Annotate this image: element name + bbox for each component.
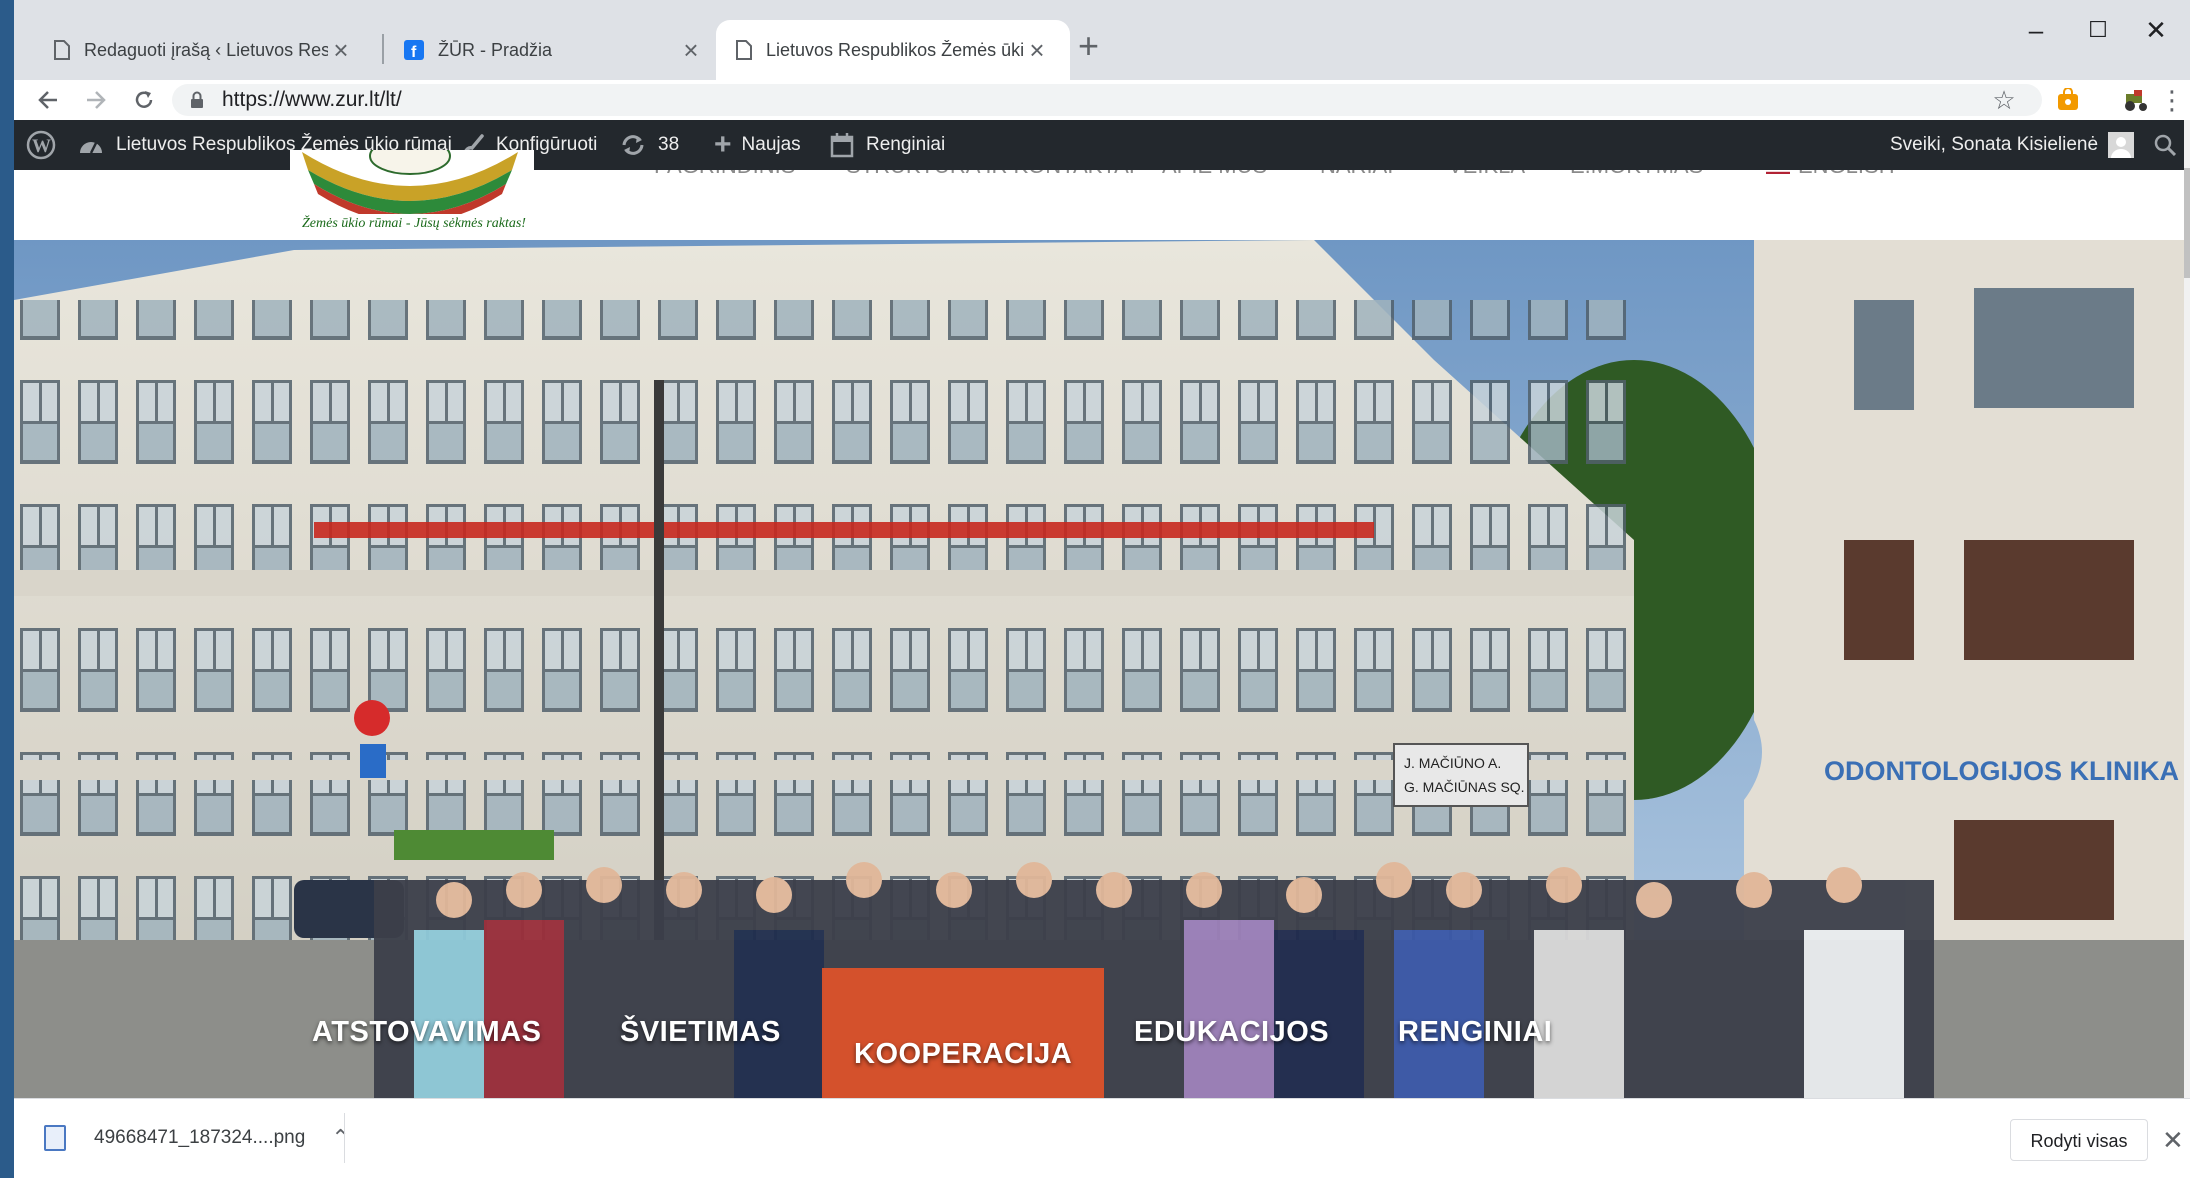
download-filename: 49668471_187324....png: [94, 1127, 306, 1148]
back-button[interactable]: [28, 80, 68, 120]
wordpress-logo-button[interactable]: W: [26, 120, 56, 170]
tab-close-icon[interactable]: ×: [1024, 37, 1050, 63]
avatar: [2108, 132, 2135, 158]
main-nav-nariai[interactable]: NARIAI: [1320, 170, 1393, 186]
page-icon: [736, 40, 752, 60]
arrow-left-icon: [38, 91, 57, 109]
tab-zur-facebook[interactable]: f ŽŪR - Pradžia ×: [384, 20, 724, 80]
dashboard-icon: [80, 142, 102, 154]
maximize-button[interactable]: ☐: [2068, 10, 2128, 50]
image-file-icon: [44, 1125, 66, 1151]
browser-toolbar: https://www.zur.lt/lt/ ☆ ⋮: [14, 80, 2190, 120]
search-button[interactable]: [2154, 120, 2176, 170]
plus-icon: +: [714, 128, 732, 161]
user-account-link[interactable]: Sveiki, Sonata Kisielienė: [1890, 120, 2135, 170]
page-scrollbar[interactable]: [2184, 120, 2190, 1098]
lock-icon: [191, 91, 203, 108]
new-tab-button[interactable]: +: [1078, 26, 1099, 66]
svg-text:W: W: [32, 136, 51, 157]
more-menu-icon[interactable]: ⋮: [2154, 82, 2190, 118]
tab-close-icon[interactable]: ×: [678, 37, 704, 63]
hero-menu-svietimas[interactable]: ŠVIETIMAS: [620, 1016, 781, 1049]
main-nav-apie-mus[interactable]: APIE MUS: [1162, 170, 1267, 186]
english-label: ENGLISH: [1798, 170, 1895, 179]
wordpress-icon: W: [26, 130, 56, 160]
calendar-icon: [830, 133, 854, 158]
site-logo[interactable]: Žemės ūkio rūmai - Jūsų sėkmės raktas!: [290, 137, 534, 246]
tab-edit-post[interactable]: Redaguoti įrašą ‹ Lietuvos Respublikos Ž…: [34, 20, 374, 80]
hero-banner: ODONTOLOGIJOS KLINIKA J. MAČIŪNO A. G. M…: [14, 240, 2184, 1098]
hero-menu: ATSTOVAVIMAS ŠVIETIMAS KOOPERACIJA EDUKA…: [14, 240, 2184, 1098]
download-item[interactable]: 49668471_187324....png ⌃: [44, 1113, 350, 1163]
tractor-extension-icon[interactable]: [2118, 82, 2154, 118]
updates-link[interactable]: 38: [620, 120, 679, 170]
show-all-button[interactable]: Rodyti visas: [2010, 1119, 2148, 1161]
scrollbar-thumb[interactable]: [2184, 168, 2190, 278]
tab-title: Lietuvos Respublikos Žemės ūkio rūmai: [766, 39, 1024, 60]
greeting-label: Sveiki, Sonata Kisielienė: [1890, 134, 2099, 155]
svg-text:f: f: [411, 44, 417, 60]
hero-menu-renginiai[interactable]: RENGINIAI: [1398, 1016, 1552, 1049]
events-label: Renginiai: [866, 134, 946, 155]
main-nav-e-mokymas[interactable]: E.MOKYMAS: [1570, 170, 1703, 186]
main-nav-struktura[interactable]: STRUKTŪRA IR KONTAKTAI: [846, 170, 1135, 186]
chevron-up-icon[interactable]: ⌃: [331, 1125, 349, 1151]
minimize-button[interactable]: –: [2006, 10, 2066, 50]
main-nav-veikla[interactable]: VEIKLA: [1448, 170, 1525, 186]
tab-close-icon[interactable]: ×: [328, 37, 354, 63]
window-close-button[interactable]: ✕: [2126, 10, 2186, 50]
updates-icon: [622, 135, 644, 155]
desktop-background: [0, 0, 14, 1178]
tab-title: Redaguoti įrašą ‹ Lietuvos Respublikos Ž…: [84, 39, 328, 60]
main-nav-english[interactable]: ENGLISH: [1766, 170, 1895, 186]
shopping-extension-icon[interactable]: [2050, 82, 2086, 118]
new-label: Naujas: [741, 134, 801, 155]
reload-button[interactable]: [124, 80, 164, 120]
browser-window: Redaguoti įrašą ‹ Lietuvos Respublikos Ž…: [14, 0, 2190, 1178]
address-bar[interactable]: https://www.zur.lt/lt/: [172, 84, 2042, 116]
download-shelf: 49668471_187324....png ⌃ Rodyti visas ✕: [14, 1098, 2190, 1178]
updates-count: 38: [658, 134, 680, 155]
tab-title: ŽŪR - Pradžia: [438, 39, 553, 60]
tab-strip: Redaguoti įrašą ‹ Lietuvos Respublikos Ž…: [14, 0, 2190, 80]
close-icon[interactable]: ✕: [2162, 1119, 2184, 1161]
facebook-icon: f: [404, 40, 424, 60]
tab-zur-home[interactable]: Lietuvos Respublikos Žemės ūkio rūmai ×: [716, 20, 1070, 80]
main-nav-pagrindinis[interactable]: PAGRINDINIS: [654, 170, 795, 186]
new-content-link[interactable]: + Naujas: [714, 120, 801, 170]
shelf-separator: [344, 1113, 345, 1163]
hero-menu-edukacijos[interactable]: EDUKACIJOS: [1134, 1016, 1329, 1049]
logo-emblem: [302, 137, 518, 223]
reload-icon: [135, 91, 153, 108]
bookmark-star-icon[interactable]: ☆: [1986, 82, 2022, 118]
logo-tagline: Žemės ūkio rūmai - Jūsų sėkmės raktas!: [302, 216, 526, 231]
us-flag-icon: [1766, 170, 1790, 174]
page-icon: [54, 40, 70, 60]
hero-menu-kooperacija[interactable]: KOOPERACIJA: [854, 1038, 1072, 1071]
search-icon: [2154, 134, 2176, 156]
hero-menu-atstovavimas[interactable]: ATSTOVAVIMAS: [312, 1016, 541, 1049]
arrow-right-icon: [87, 91, 106, 109]
forward-button[interactable]: [76, 80, 116, 120]
events-link[interactable]: Renginiai: [830, 120, 945, 170]
url-text: https://www.zur.lt/lt/: [222, 88, 402, 111]
